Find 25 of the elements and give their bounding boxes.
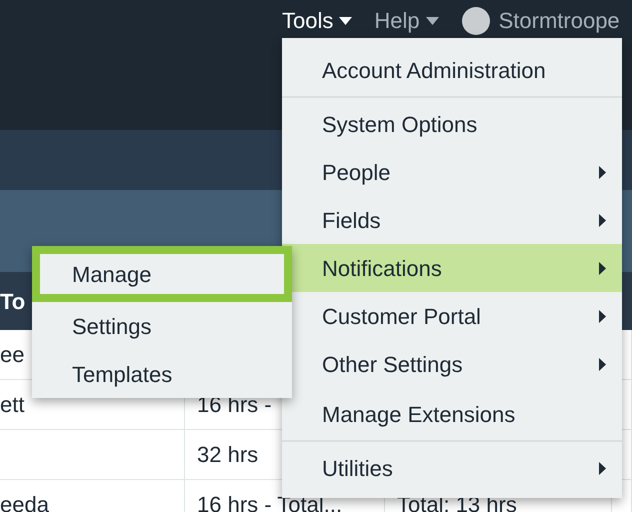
- nav-menu[interactable]: Help: [374, 7, 439, 35]
- chevron-right-icon: [599, 462, 606, 474]
- menu-item[interactable]: System Options: [282, 100, 622, 148]
- column-header: To: [0, 288, 26, 316]
- caret-icon: [426, 17, 439, 25]
- menu-item[interactable]: Notifications: [282, 244, 622, 292]
- avatar-icon[interactable]: [460, 6, 491, 36]
- user-name[interactable]: Stormtroope: [498, 7, 620, 35]
- menu-item[interactable]: Manage: [32, 246, 292, 302]
- chevron-right-icon: [599, 166, 606, 178]
- menu-item[interactable]: Utilities: [282, 444, 622, 492]
- table-cell-text: ett: [0, 391, 24, 419]
- table-cell-text: ee: [0, 341, 24, 369]
- menu-item[interactable]: Account Administration: [282, 44, 622, 98]
- caret-icon: [339, 17, 352, 25]
- chevron-right-icon: [599, 262, 606, 274]
- chevron-right-icon: [599, 310, 606, 322]
- table-cell-text: 16 hrs - Total...: [197, 491, 342, 512]
- menu-item[interactable]: Fields: [282, 196, 622, 244]
- table-cell-text: 32 hrs: [197, 441, 258, 469]
- nav-menu[interactable]: Tools: [282, 7, 352, 35]
- menu-item[interactable]: People: [282, 148, 622, 196]
- table-cell-text: eeda: [0, 491, 49, 512]
- chevron-right-icon: [599, 214, 606, 226]
- chevron-right-icon: [599, 358, 606, 370]
